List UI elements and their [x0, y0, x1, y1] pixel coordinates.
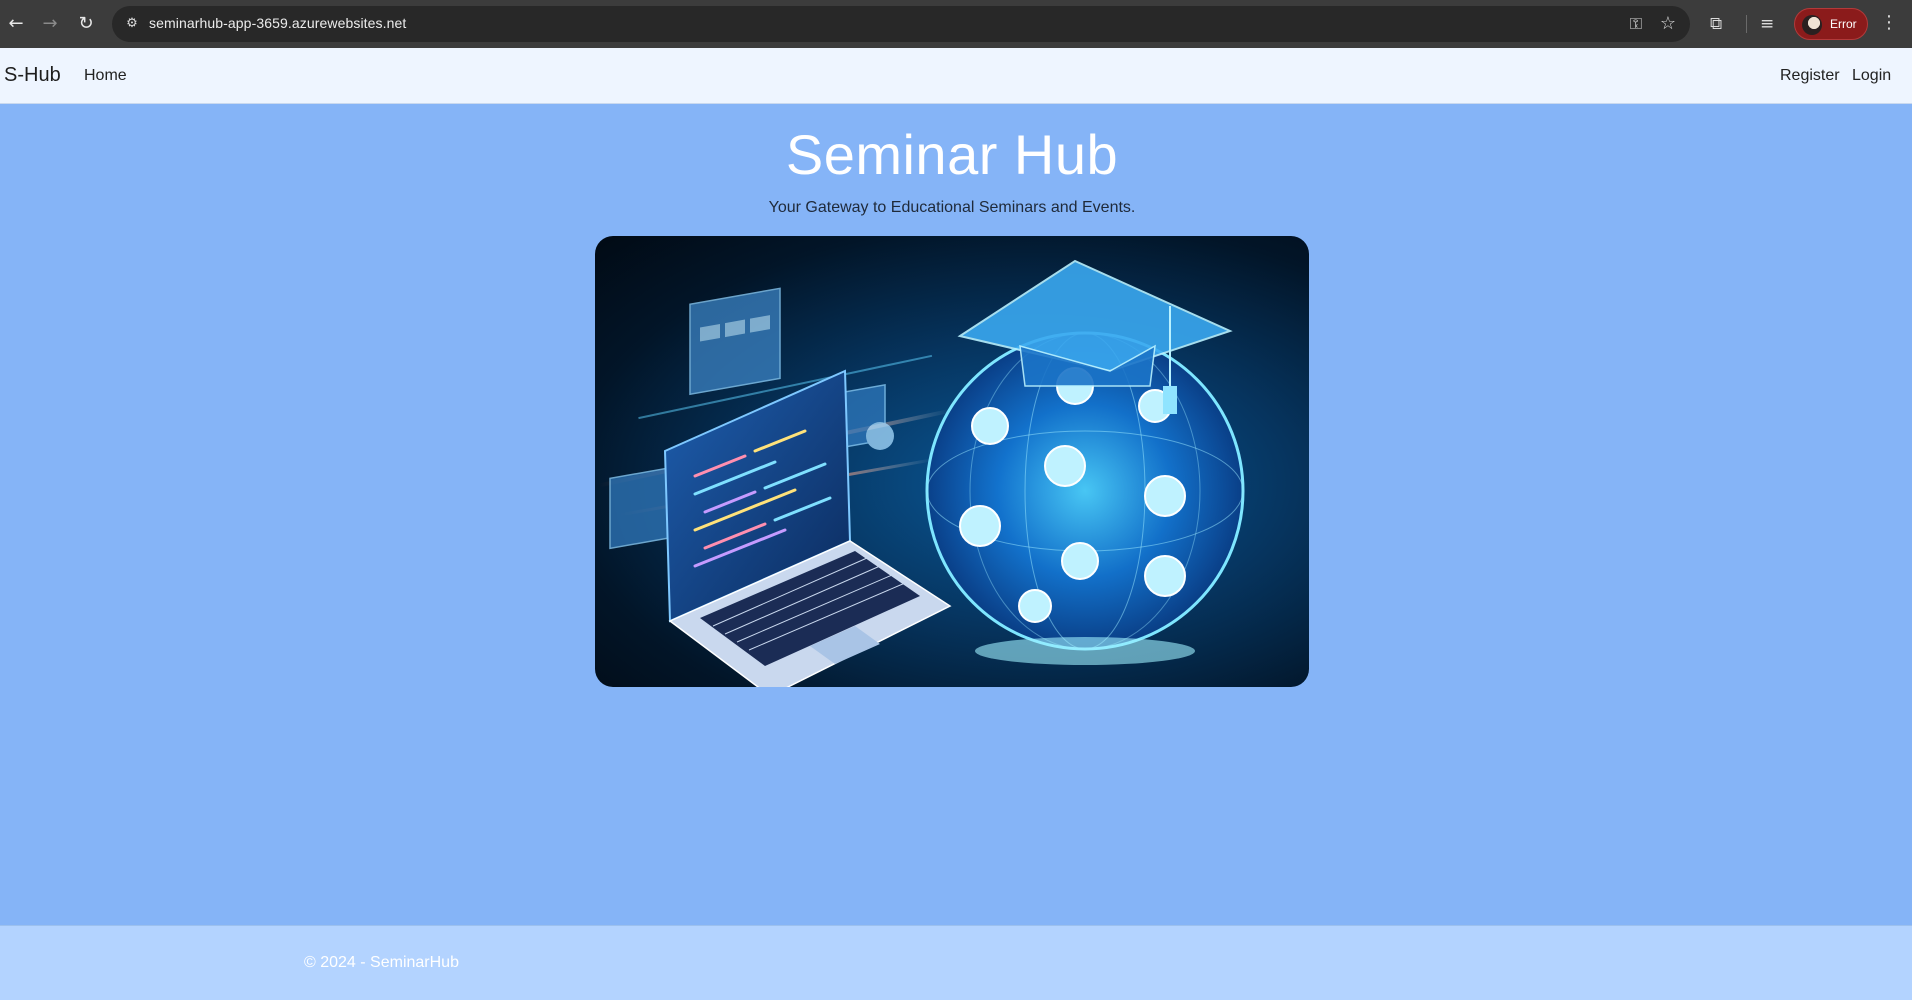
nav-home-link[interactable]: Home: [84, 67, 127, 85]
forward-arrow-icon[interactable]: →: [36, 10, 64, 38]
page-title: Seminar Hub: [785, 123, 1119, 186]
key-icon[interactable]: ⚿: [1630, 13, 1642, 35]
nav-register-link[interactable]: Register: [1780, 67, 1840, 85]
address-url[interactable]: seminarhub-app-3659.azurewebsites.net: [149, 15, 406, 31]
star-icon[interactable]: ☆: [1660, 13, 1676, 35]
site-footer: © 2024 - SeminarHub: [0, 925, 1912, 1000]
puzzle-icon[interactable]: ⧉: [1710, 12, 1722, 36]
reload-icon[interactable]: ↻: [72, 10, 100, 38]
site-info-icon[interactable]: ⚙: [122, 14, 142, 34]
media-queue-icon[interactable]: ≡: [1760, 12, 1774, 36]
page-subtitle: Your Gateway to Educational Seminars and…: [768, 199, 1136, 216]
hero-illustration: [595, 236, 1309, 687]
address-bar[interactable]: ⚙ seminarhub-app-3659.azurewebsites.net …: [112, 6, 1690, 42]
back-arrow-icon[interactable]: ←: [2, 10, 30, 38]
kebab-menu-icon[interactable]: ⋮: [1880, 12, 1898, 33]
nav-login-link[interactable]: Login: [1852, 67, 1891, 85]
avatar: [1802, 15, 1822, 35]
site-navbar: S-Hub Home Register Login: [0, 48, 1912, 104]
browser-toolbar: ← → ↻ ⚙ seminarhub-app-3659.azurewebsite…: [0, 0, 1912, 48]
toolbar-divider: [1746, 15, 1747, 33]
profile-button[interactable]: Error: [1794, 8, 1868, 40]
footer-copyright: © 2024 - SeminarHub: [304, 954, 459, 971]
brand-link[interactable]: S-Hub: [4, 64, 61, 87]
profile-status-label: Error: [1830, 17, 1857, 31]
